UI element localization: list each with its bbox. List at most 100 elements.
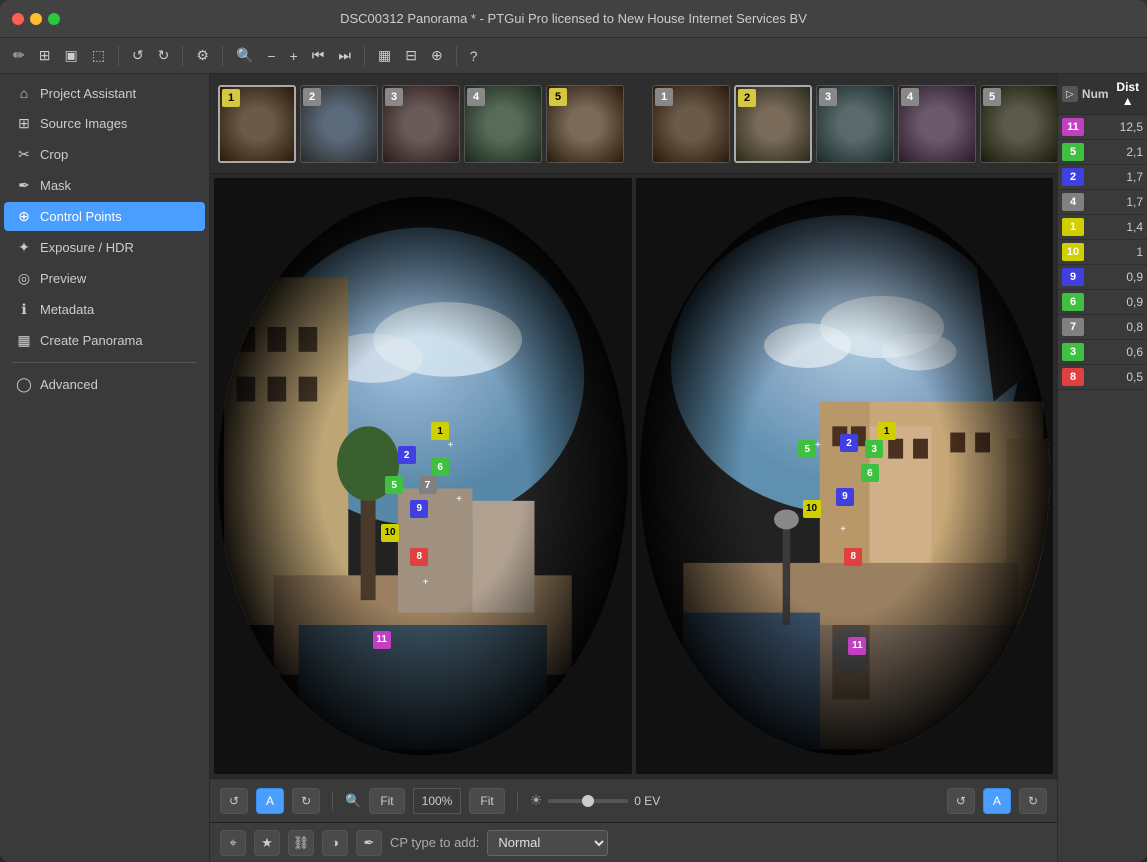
sidebar-item-metadata[interactable]: ℹ Metadata	[4, 295, 205, 324]
toolbar-grid3-icon[interactable]: ⊟	[400, 44, 422, 67]
right-canvas: 1 2 3 5 6 9 10	[636, 178, 1054, 774]
toolbar-zoom-out-icon[interactable]: −	[262, 45, 280, 67]
cp-tool-star[interactable]: ★	[254, 830, 280, 856]
cp-row[interactable]: 41,7	[1058, 190, 1147, 215]
toolbar-grid-icon[interactable]: ⊞	[34, 44, 56, 67]
toolbar-img-icon[interactable]: ⬚	[87, 44, 110, 67]
cp-row[interactable]: 60,9	[1058, 290, 1147, 315]
minimize-button[interactable]	[30, 13, 42, 25]
cp-dist-col-header[interactable]: Dist ▲	[1113, 80, 1144, 108]
toolbar-pin-icon[interactable]: ⊕	[426, 44, 448, 67]
cp-row[interactable]: 30,6	[1058, 340, 1147, 365]
cp-row[interactable]: 21,7	[1058, 165, 1147, 190]
thumb-right-2[interactable]: 2	[734, 85, 812, 163]
sidebar-item-create-panorama[interactable]: ▦ Create Panorama	[4, 326, 205, 355]
toolbar-edit-icon[interactable]: ✏	[8, 44, 30, 67]
right-redo-button[interactable]: ↻	[1019, 788, 1047, 814]
filmstrip-right: 1 2 3 4 5	[652, 85, 1057, 163]
cp-num-badge: 1	[1062, 218, 1084, 236]
thumb-right-5[interactable]: 5	[980, 85, 1057, 163]
cp-row[interactable]: 11,4	[1058, 215, 1147, 240]
cp-tool-pen[interactable]: ✒	[356, 830, 382, 856]
thumb-right-3[interactable]: 3	[816, 85, 894, 163]
thumb-left-2[interactable]: 2	[300, 85, 378, 163]
toolbar-undo-icon[interactable]: ↺	[127, 44, 149, 67]
toolbar-sep-4	[364, 46, 365, 66]
main-toolbar: ✏ ⊞ ▣ ⬚ ↺ ↻ ⚙ 🔍 − + ⏮ ⏭ ▦ ⊟ ⊕ ?	[0, 38, 1147, 74]
sidebar-item-mask[interactable]: ✒ Mask	[4, 171, 205, 200]
cp-dist-value: 1	[1088, 245, 1143, 259]
ev-slider-track[interactable]	[548, 799, 628, 803]
toolbar-grid2-icon[interactable]: ▦	[373, 44, 396, 67]
toolbar-layers-icon[interactable]: ▣	[59, 44, 82, 67]
toolbar-help-icon[interactable]: ?	[465, 45, 483, 67]
mask-label: Mask	[40, 178, 71, 193]
cp-dist-value: 0,9	[1088, 295, 1143, 309]
cp-row[interactable]: 101	[1058, 240, 1147, 265]
toolbar-zoom-in-icon[interactable]: +	[285, 45, 303, 67]
cp-num-badge: 9	[1062, 268, 1084, 286]
maximize-button[interactable]	[48, 13, 60, 25]
cp-row[interactable]: 80,5	[1058, 365, 1147, 390]
thumb-left-5[interactable]: 5	[546, 85, 624, 163]
control-points-icon: ⊕	[16, 208, 32, 225]
toolbar-search-icon[interactable]: 🔍	[231, 44, 258, 67]
thumb-left-3[interactable]: 3	[382, 85, 460, 163]
cp-row[interactable]: 1112,5	[1058, 115, 1147, 140]
sidebar-item-control-points[interactable]: ⊕ Control Points	[4, 202, 205, 231]
toolbar-settings-icon[interactable]: ⚙	[191, 44, 214, 67]
main-content: ⌂ Project Assistant ⊞ Source Images ✂ Cr…	[0, 74, 1147, 862]
toolbar-rewind-icon[interactable]: ⏮	[307, 44, 330, 67]
cp-tool-lasso[interactable]: ⌖	[220, 830, 246, 856]
cp-row[interactable]: 90,9	[1058, 265, 1147, 290]
filmstrip-area: 1 2 3 4 5	[210, 74, 1057, 174]
images-pane: 1 2 6 5 7 9 10	[210, 174, 1057, 778]
advanced-icon: ◯	[16, 376, 32, 393]
cp-num-badge: 4	[1062, 193, 1084, 211]
ev-slider-thumb[interactable]	[582, 795, 594, 807]
right-undo-button[interactable]: ↺	[947, 788, 975, 814]
cp-row[interactable]: 70,8	[1058, 315, 1147, 340]
fit-button[interactable]: Fit	[369, 788, 404, 814]
left-auto-button[interactable]: A	[256, 788, 284, 814]
thumb-right-number-1: 1	[655, 88, 673, 106]
cp-num-badge: 2	[1062, 168, 1084, 186]
cp-type-select[interactable]: Normal Horizontal Line Vertical Line Str…	[487, 830, 608, 856]
sidebar-item-project-assistant[interactable]: ⌂ Project Assistant	[4, 79, 205, 107]
cp-num-badge: 8	[1062, 368, 1084, 386]
cp-panel-header: ▷ Num Dist ▲	[1058, 74, 1147, 115]
sidebar-item-advanced[interactable]: ◯ Advanced	[4, 370, 205, 399]
toolbar-ffwd-icon[interactable]: ⏭	[333, 44, 356, 67]
sidebar-item-crop[interactable]: ✂ Crop	[4, 140, 205, 169]
toolbar-redo-icon[interactable]: ↻	[153, 44, 175, 67]
cp-row[interactable]: 52,1	[1058, 140, 1147, 165]
sidebar-item-source-images[interactable]: ⊞ Source Images	[4, 109, 205, 138]
right-image-panel[interactable]: 1 2 3 5 6 9 10	[636, 178, 1054, 774]
left-undo-button[interactable]: ↺	[220, 788, 248, 814]
left-redo-button[interactable]: ↻	[292, 788, 320, 814]
cp-expand-btn[interactable]: ▷	[1062, 86, 1078, 102]
close-button[interactable]	[12, 13, 24, 25]
thumb-right-4[interactable]: 4	[898, 85, 976, 163]
create-panorama-label: Create Panorama	[40, 333, 143, 348]
toolbar-sep-2	[182, 46, 183, 66]
cp-right-panel: ▷ Num Dist ▲ 1112,552,121,741,711,410190…	[1057, 74, 1147, 862]
thumb-right-1[interactable]: 1	[652, 85, 730, 163]
crop-icon: ✂	[16, 146, 32, 163]
sidebar-item-preview[interactable]: ◎ Preview	[4, 264, 205, 293]
right-fisheye-svg	[636, 178, 1054, 774]
thumb-left-4[interactable]: 4	[464, 85, 542, 163]
sidebar-item-exposure-hdr[interactable]: ✦ Exposure / HDR	[4, 233, 205, 262]
preview-label: Preview	[40, 271, 86, 286]
cp-tool-link[interactable]: ⛓	[288, 830, 314, 856]
window-title: DSC00312 Panorama * - PTGui Pro licensed…	[340, 11, 807, 26]
cp-num-col-header[interactable]: Num	[1080, 87, 1111, 101]
left-image-panel[interactable]: 1 2 6 5 7 9 10	[214, 178, 632, 774]
cp-dist-value: 1,4	[1088, 220, 1143, 234]
fit2-button[interactable]: Fit	[469, 788, 504, 814]
thumb-left-1[interactable]: 1	[218, 85, 296, 163]
right-auto-button[interactable]: A	[983, 788, 1011, 814]
cp-tool-adjust[interactable]: ◑	[322, 830, 348, 856]
create-panorama-icon: ▦	[16, 332, 32, 349]
thumb-right-number-2: 2	[738, 89, 756, 107]
